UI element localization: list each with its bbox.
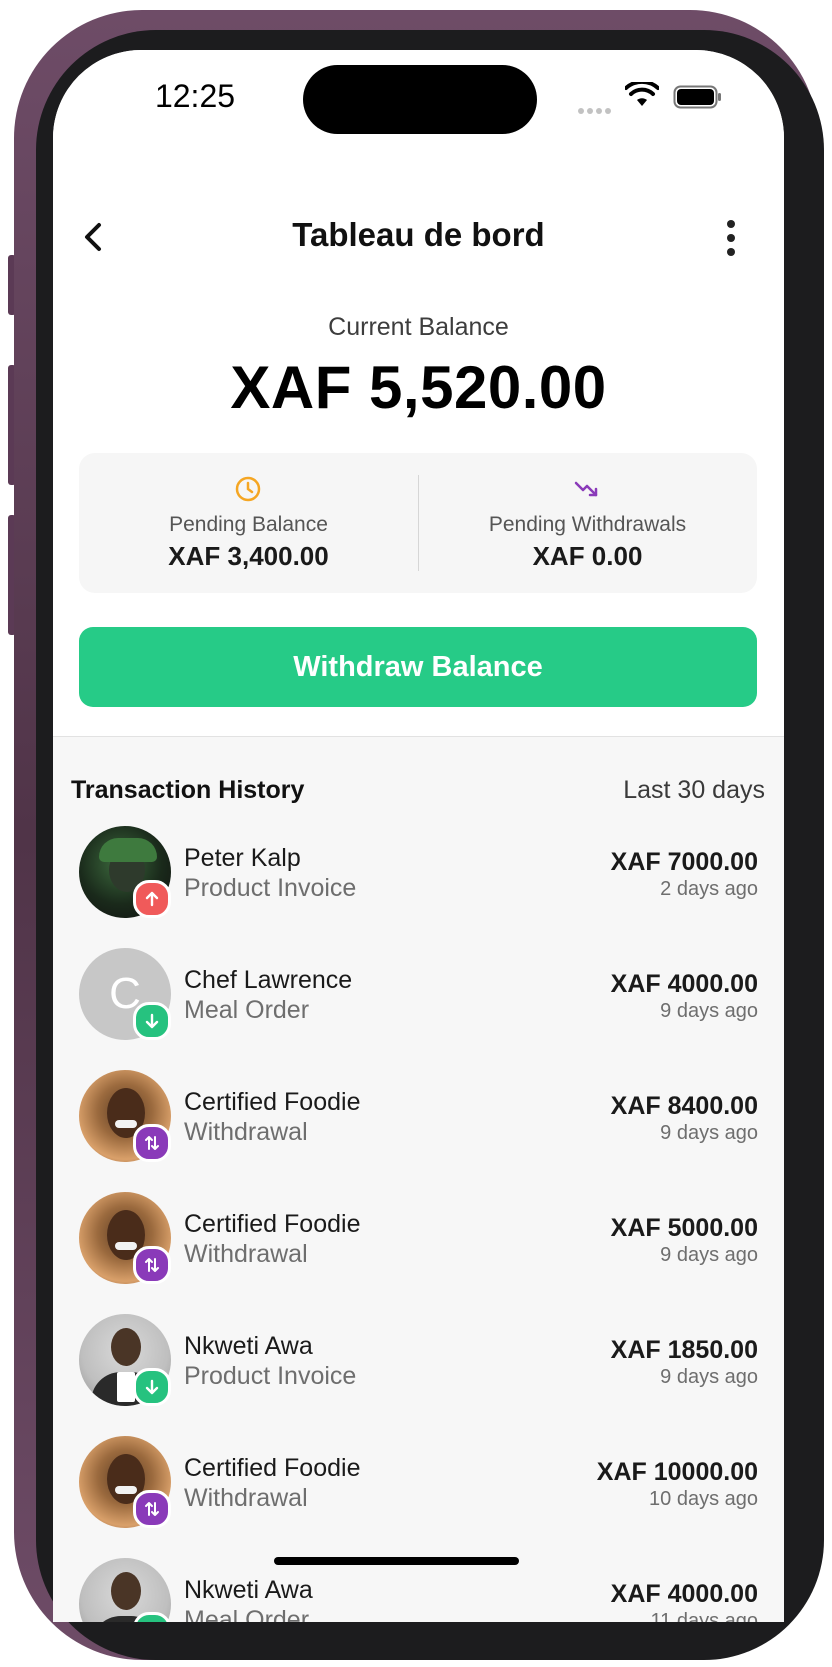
wifi-icon bbox=[625, 82, 659, 106]
transaction-type: Meal Order bbox=[184, 1606, 310, 1622]
transaction-history-header: Transaction History Last 30 days bbox=[53, 736, 784, 816]
transaction-name: Certified Foodie bbox=[184, 1210, 361, 1238]
transaction-type: Product Invoice bbox=[184, 874, 357, 902]
transaction-type: Withdrawal bbox=[184, 1240, 308, 1268]
pending-summary-card: Pending Balance XAF 3,400.00 Pending Wit… bbox=[79, 453, 757, 593]
clock-icon bbox=[235, 476, 261, 502]
swap-vertical-icon bbox=[145, 1502, 159, 1516]
arrow-up-icon bbox=[145, 891, 159, 907]
transaction-amount: XAF 4000.00 bbox=[610, 1580, 758, 1608]
transaction-amount: XAF 5000.00 bbox=[610, 1214, 758, 1242]
withdraw-balance-button[interactable]: Withdraw Balance bbox=[79, 627, 757, 707]
transaction-name: Chef Lawrence bbox=[184, 966, 353, 994]
transfer-badge bbox=[133, 1124, 171, 1162]
balance-section: Current Balance XAF 5,520.00 Pending Bal… bbox=[53, 285, 784, 737]
transaction-time: 2 days ago bbox=[660, 878, 758, 900]
navigation-bar: Tableau de bord bbox=[53, 160, 784, 286]
transaction-amount: XAF 10000.00 bbox=[596, 1458, 758, 1486]
arrow-down-icon bbox=[145, 1013, 159, 1029]
transaction-type: Meal Order bbox=[184, 996, 310, 1024]
dynamic-island bbox=[303, 65, 537, 134]
transaction-amount: XAF 7000.00 bbox=[610, 848, 758, 876]
transaction-type: Product Invoice bbox=[184, 1362, 357, 1390]
transaction-name: Certified Foodie bbox=[184, 1454, 361, 1482]
pending-withdrawals-label: Pending Withdrawals bbox=[488, 513, 687, 536]
transaction-row[interactable]: Nkweti Awa Product Invoice XAF 1850.00 9… bbox=[53, 1304, 784, 1426]
pending-withdrawals-amount: XAF 0.00 bbox=[532, 541, 643, 571]
transaction-name: Nkweti Awa bbox=[184, 1576, 313, 1604]
transaction-time: 9 days ago bbox=[660, 1366, 758, 1388]
incoming-badge bbox=[133, 1368, 171, 1406]
page-title: Tableau de bord bbox=[292, 216, 545, 253]
transaction-row[interactable]: Certified Foodie Withdrawal XAF 8400.00 … bbox=[53, 1060, 784, 1182]
swap-vertical-icon bbox=[145, 1136, 159, 1150]
transaction-time: 9 days ago bbox=[660, 1000, 758, 1022]
transaction-time: 11 days ago bbox=[650, 1610, 759, 1622]
chevron-left-icon[interactable] bbox=[75, 217, 115, 257]
transaction-amount: XAF 1850.00 bbox=[610, 1336, 758, 1364]
transfer-badge bbox=[133, 1246, 171, 1284]
transaction-type: Withdrawal bbox=[184, 1118, 308, 1146]
transaction-name: Nkweti Awa bbox=[184, 1332, 313, 1360]
transaction-row[interactable]: Peter Kalp Product Invoice XAF 7000.00 2… bbox=[53, 816, 784, 938]
transaction-time: 10 days ago bbox=[649, 1488, 758, 1510]
transaction-time: 9 days ago bbox=[660, 1122, 758, 1144]
incoming-badge bbox=[133, 1002, 171, 1040]
transaction-time: 9 days ago bbox=[660, 1244, 758, 1266]
arrow-down-icon bbox=[145, 1379, 159, 1395]
transaction-row[interactable]: Certified Foodie Withdrawal XAF 10000.00… bbox=[53, 1426, 784, 1548]
current-balance-amount: XAF 5,520.00 bbox=[230, 354, 607, 421]
swap-vertical-icon bbox=[145, 1258, 159, 1272]
battery-icon bbox=[673, 85, 721, 109]
transaction-row[interactable]: Certified Foodie Withdrawal XAF 5000.00 … bbox=[53, 1182, 784, 1304]
transfer-badge bbox=[133, 1490, 171, 1528]
more-vertical-icon[interactable] bbox=[721, 218, 741, 258]
pending-withdrawals: Pending Withdrawals XAF 0.00 bbox=[418, 453, 757, 593]
outgoing-badge bbox=[133, 880, 171, 918]
home-indicator[interactable] bbox=[274, 1557, 519, 1565]
transaction-row[interactable]: C Chef Lawrence Meal Order XAF 4000.00 9… bbox=[53, 938, 784, 1060]
transaction-amount: XAF 4000.00 bbox=[610, 970, 758, 998]
current-balance-label: Current Balance bbox=[328, 313, 509, 341]
pending-balance-amount: XAF 3,400.00 bbox=[168, 541, 329, 571]
transaction-amount: XAF 8400.00 bbox=[610, 1092, 758, 1120]
trending-down-icon bbox=[574, 481, 598, 497]
status-bar: 12:25 bbox=[53, 50, 784, 160]
cellular-signal-icon bbox=[578, 101, 614, 119]
transaction-name: Certified Foodie bbox=[184, 1088, 361, 1116]
status-time: 12:25 bbox=[154, 78, 236, 114]
date-range-filter[interactable]: Last 30 days bbox=[623, 776, 765, 805]
pending-balance: Pending Balance XAF 3,400.00 bbox=[79, 453, 418, 593]
transaction-name: Peter Kalp bbox=[184, 844, 301, 872]
transaction-history-title: Transaction History bbox=[71, 776, 305, 804]
transaction-type: Withdrawal bbox=[184, 1484, 308, 1512]
app-screen: 12:25 Tableau de bord Current Balance XA… bbox=[53, 50, 784, 1622]
pending-balance-label: Pending Balance bbox=[169, 513, 328, 536]
